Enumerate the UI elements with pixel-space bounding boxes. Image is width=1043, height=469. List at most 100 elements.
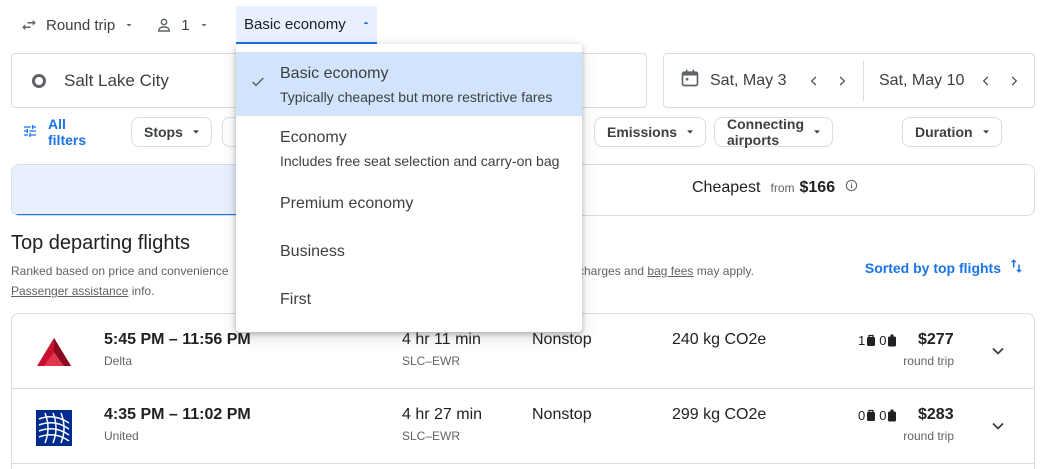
chevron-left-icon[interactable] <box>800 74 828 88</box>
tab-best[interactable] <box>12 165 252 215</box>
passenger-assistance-link[interactable]: Passenger assistance <box>11 284 128 298</box>
trip-type-label: Round trip <box>46 16 116 34</box>
menu-item-economy[interactable]: Economy Includes free seat selection and… <box>236 116 582 180</box>
date-picker: Sat, May 3 Sat, May 10 <box>663 53 1035 108</box>
expand-chevron-icon[interactable] <box>988 341 1008 366</box>
tune-icon <box>22 123 38 142</box>
menu-item-label: Economy <box>280 129 347 146</box>
flight-emissions: 299 kg CO2e <box>672 406 767 423</box>
depart-date-field[interactable]: Sat, May 3 <box>664 60 864 101</box>
tab-cheapest-from: from <box>770 181 795 195</box>
menu-item-description: Typically cheapest but more restrictive … <box>280 89 553 105</box>
person-icon <box>155 16 173 34</box>
all-filters-label: All filters <box>48 116 87 148</box>
tab-cheapest-label: Cheapest <box>692 179 761 196</box>
chevron-left-icon[interactable] <box>972 74 1000 88</box>
sort-button[interactable]: Sorted by top flights <box>865 257 1025 278</box>
flight-route: SLC–EWR <box>402 429 461 443</box>
menu-item-label: Premium economy <box>280 195 414 212</box>
depart-date-value: Sat, May 3 <box>710 71 787 89</box>
tab-cheapest-price: $166 <box>799 179 836 196</box>
checked-bag-count: 0 <box>879 408 887 423</box>
flight-route: SLC–EWR <box>402 354 461 368</box>
chip-label: Emissions <box>607 124 678 140</box>
carry-on-count: 1 <box>858 333 866 348</box>
flight-price: $283 <box>918 406 954 423</box>
expand-chevron-icon[interactable] <box>988 416 1008 441</box>
carry-on-count: 0 <box>858 408 866 423</box>
carry-on-bag-icon <box>867 409 876 421</box>
menu-item-label: Business <box>280 243 345 260</box>
search-options-bar: Round trip 1 <box>10 6 220 44</box>
chevron-down-icon <box>123 19 135 31</box>
swap-icon <box>20 16 38 34</box>
flight-row[interactable]: 4:35 PM – 11:02 PM United 4 hr 27 min SL… <box>12 389 1034 464</box>
checked-bag-icon <box>888 334 897 347</box>
emissions-filter-chip[interactable]: Emissions <box>594 117 707 147</box>
fees-note-end: may apply. <box>696 264 754 278</box>
chevron-down-icon <box>981 124 991 140</box>
price-type: round trip <box>903 354 954 368</box>
chevron-right-icon[interactable] <box>1000 74 1028 88</box>
carry-on-bag-icon <box>867 334 876 346</box>
check-icon <box>250 74 266 95</box>
checked-bag-count: 0 <box>879 333 887 348</box>
return-date-value: Sat, May 10 <box>879 71 965 89</box>
tab-cheapest[interactable]: Cheapest from $166 <box>692 179 858 197</box>
price-type: round trip <box>903 429 954 443</box>
origin-circle-icon <box>32 73 46 88</box>
menu-item-first[interactable]: First <box>236 276 582 324</box>
flight-results-list: 5:45 PM – 11:56 PM Delta 4 hr 11 min SLC… <box>11 313 1035 469</box>
flight-stops: Nonstop <box>532 406 592 423</box>
flight-emissions: 240 kg CO2e <box>672 331 767 348</box>
bag-fees-link[interactable]: bag fees <box>647 264 693 278</box>
flight-times: 4:35 PM – 11:02 PM <box>104 406 251 423</box>
fees-note-text: l charges and <box>572 264 645 278</box>
delta-logo-icon <box>35 334 73 372</box>
caret-up-icon <box>360 16 372 33</box>
results-title: Top departing flights <box>11 232 191 254</box>
flight-stops: Nonstop <box>532 331 592 348</box>
airline-name: United <box>104 429 139 443</box>
info-icon[interactable] <box>845 179 858 197</box>
menu-item-business[interactable]: Business <box>236 228 582 276</box>
sort-label: Sorted by top flights <box>864 259 1001 276</box>
connecting-airports-filter-chip[interactable]: Connecting airports <box>714 116 833 148</box>
seat-class-select[interactable]: Basic economy <box>236 6 377 44</box>
seat-class-label: Basic economy <box>244 15 346 33</box>
flight-duration: 4 hr 27 min <box>402 406 483 423</box>
calendar-icon <box>680 68 700 93</box>
fees-note: l charges and bag fees may apply. <box>572 261 754 281</box>
origin-value: Salt Lake City <box>64 70 169 90</box>
menu-item-premium-economy[interactable]: Premium economy <box>236 180 582 228</box>
chip-label: Duration <box>915 124 973 140</box>
results-subtitle: Ranked based on price and convenience Pa… <box>11 261 229 301</box>
passengers-select[interactable]: 1 <box>145 6 219 44</box>
flight-duration: 4 hr 11 min <box>402 331 481 348</box>
chevron-right-icon[interactable] <box>828 74 856 88</box>
trip-type-select[interactable]: Round trip <box>10 6 145 44</box>
ranking-note: Ranked based on price and convenience <box>11 264 229 278</box>
chevron-down-icon <box>191 124 201 140</box>
passenger-count: 1 <box>181 16 190 34</box>
chevron-down-icon <box>685 124 695 140</box>
bag-info: 0 0 <box>858 408 900 423</box>
seat-class-menu: Basic economy Typically cheapest but mor… <box>236 44 582 332</box>
assistance-note: info. <box>131 284 155 298</box>
flight-times: 5:45 PM – 11:56 PM <box>104 331 251 348</box>
all-filters-button[interactable]: All filters <box>22 116 86 148</box>
chip-label: Stops <box>144 124 183 140</box>
menu-item-basic-economy[interactable]: Basic economy Typically cheapest but mor… <box>236 52 582 116</box>
airline-name: Delta <box>104 354 133 368</box>
return-date-field[interactable]: Sat, May 10 <box>864 54 1028 107</box>
menu-item-label: Basic economy <box>280 65 389 82</box>
checked-bag-icon <box>888 409 897 422</box>
menu-item-label: First <box>280 291 312 308</box>
stops-filter-chip[interactable]: Stops <box>131 117 212 147</box>
menu-item-description: Includes free seat selection and carry-o… <box>280 153 560 169</box>
flight-price: $277 <box>918 331 954 348</box>
duration-filter-chip[interactable]: Duration <box>902 117 1002 147</box>
chevron-down-icon <box>812 124 822 140</box>
sort-icon <box>1001 257 1025 278</box>
bag-info: 1 0 <box>858 333 900 348</box>
